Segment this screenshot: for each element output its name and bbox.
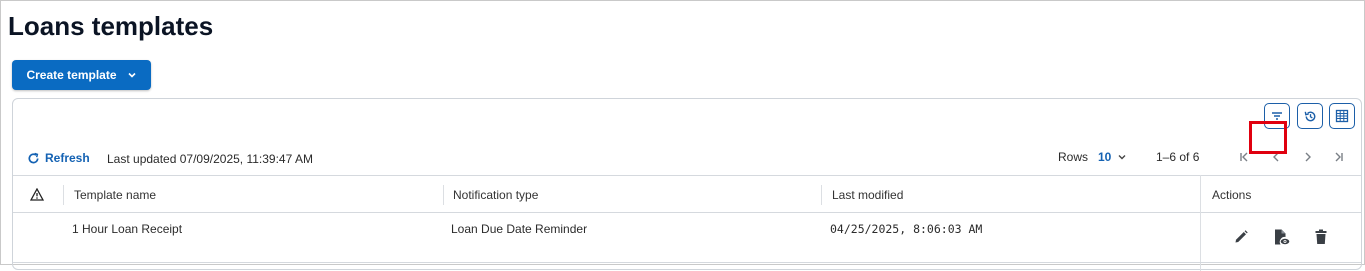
last-page-button[interactable] bbox=[1330, 148, 1348, 166]
pencil-icon bbox=[1235, 230, 1248, 243]
column-separator bbox=[443, 185, 444, 205]
highlight-box bbox=[1249, 121, 1287, 154]
file-preview-icon bbox=[1275, 229, 1290, 245]
create-template-label: Create template bbox=[26, 68, 117, 82]
next-page-button[interactable] bbox=[1299, 148, 1317, 166]
chevron-right-icon bbox=[1305, 152, 1311, 162]
refresh-button[interactable]: Refresh bbox=[27, 151, 90, 165]
columns-icon bbox=[1335, 109, 1349, 123]
template-name-column-header[interactable]: Template name bbox=[74, 176, 156, 213]
reset-button[interactable] bbox=[1297, 103, 1323, 129]
template-name-cell[interactable]: 1 Hour Loan Receipt bbox=[72, 222, 182, 236]
delete-button[interactable] bbox=[1310, 226, 1332, 248]
templates-table-panel: Refresh Last updated 07/09/2025, 11:39:4… bbox=[12, 98, 1362, 271]
rows-per-page-select[interactable]: 10 bbox=[1098, 150, 1127, 164]
chevron-down-icon bbox=[127, 72, 136, 78]
last-updated-text: Last updated 07/09/2025, 11:39:47 AM bbox=[107, 152, 313, 166]
edit-button[interactable] bbox=[1230, 226, 1252, 248]
rows-per-page-value: 10 bbox=[1098, 150, 1112, 164]
column-separator bbox=[821, 185, 822, 205]
chevron-down-icon bbox=[1118, 155, 1126, 160]
page-range-text: 1–6 of 6 bbox=[1156, 150, 1200, 164]
columns-button[interactable] bbox=[1329, 103, 1355, 129]
table-header: Template name Notification type Last mod… bbox=[13, 175, 1361, 213]
last-modified-cell: 04/25/2025, 8:06:03 AM bbox=[830, 222, 983, 236]
warning-column-header[interactable] bbox=[30, 176, 44, 213]
last-page-icon bbox=[1335, 152, 1343, 162]
actions-column-header: Actions bbox=[1212, 187, 1252, 202]
trash-icon bbox=[1315, 229, 1327, 244]
page-title: Loans templates bbox=[8, 11, 214, 41]
notification-type-column-header[interactable]: Notification type bbox=[453, 176, 538, 213]
warning-icon bbox=[30, 188, 44, 201]
create-template-button[interactable]: Create template bbox=[12, 60, 151, 90]
refresh-icon bbox=[28, 152, 39, 163]
table-row: 1 Hour Loan Receipt Loan Due Date Remind… bbox=[13, 214, 1361, 260]
refresh-label: Refresh bbox=[45, 151, 90, 165]
rows-label: Rows bbox=[1058, 150, 1089, 164]
preview-button[interactable] bbox=[1270, 226, 1292, 248]
history-icon bbox=[1304, 111, 1315, 121]
row-divider bbox=[13, 262, 1361, 263]
notification-type-cell: Loan Due Date Reminder bbox=[451, 222, 588, 236]
last-modified-column-header[interactable]: Last modified bbox=[832, 176, 903, 213]
column-separator bbox=[63, 185, 64, 205]
